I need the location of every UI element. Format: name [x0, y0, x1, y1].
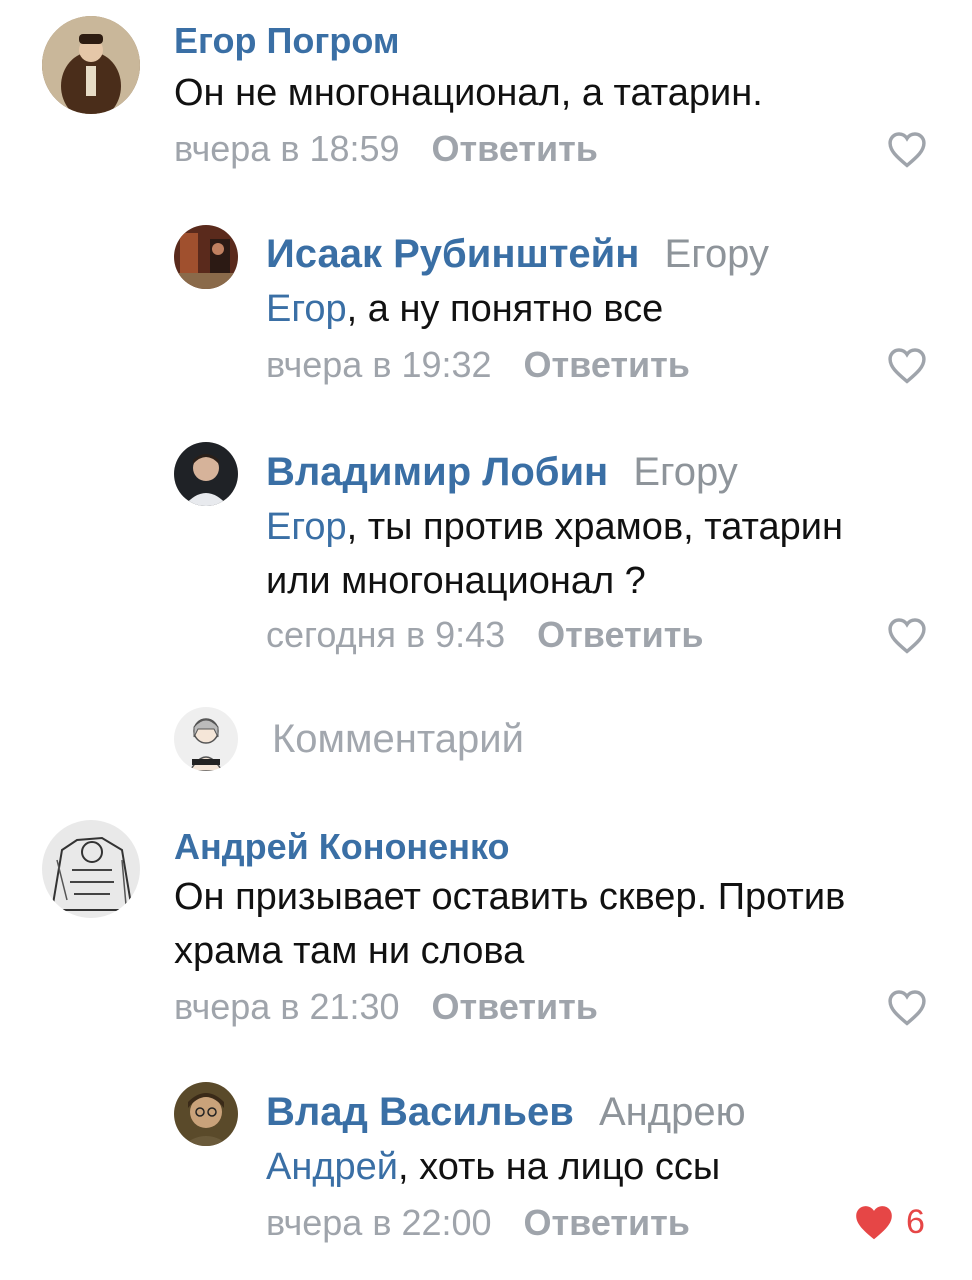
comment-timestamp: вчера в 21:30 [174, 986, 400, 1027]
reply-author-line: Влад Васильев Андрею [266, 1090, 746, 1135]
comment-author[interactable]: Андрей Кононенко [174, 826, 509, 868]
comment-meta: вчера в 21:30 Ответить [174, 986, 598, 1028]
comment-author[interactable]: Егор Погром [174, 20, 400, 62]
reply-text: Андрей, хоть на лицо ссы [266, 1146, 720, 1189]
reply-body: , а ну понятно все [346, 288, 664, 330]
reply-body-line1: , ты против храмов, татарин [346, 506, 843, 548]
likes-count: 6 [906, 1202, 925, 1241]
heart-filled-icon [856, 1206, 892, 1240]
mention-link[interactable]: Егор [266, 506, 347, 548]
reply-button[interactable]: Ответить [432, 128, 598, 169]
like-button-active[interactable]: 6 [852, 1202, 925, 1242]
avatar-vladimir-lobin[interactable] [174, 442, 238, 506]
comment-text-line1: Он призывает оставить сквер. Против [174, 876, 846, 918]
like-button[interactable] [886, 346, 928, 384]
reply-text-line2: или многонационал ? [266, 560, 646, 602]
heart-outline-icon [888, 990, 926, 1026]
avatar-vlad-vasiliev[interactable] [174, 1082, 238, 1146]
reply-button[interactable]: Ответить [432, 986, 598, 1027]
comment-input-placeholder[interactable]: Комментарий [272, 717, 524, 762]
heart-outline-icon [888, 348, 926, 384]
reply-to-label[interactable]: Егору [633, 450, 737, 494]
reply-author-line: Владимир Лобин Егору [266, 450, 738, 495]
like-button[interactable] [886, 616, 928, 654]
reply-body: , хоть на лицо ссы [398, 1146, 721, 1188]
reply-author[interactable]: Исаак Рубинштейн [266, 232, 639, 276]
reply-author[interactable]: Владимир Лобин [266, 450, 608, 494]
reply-timestamp: вчера в 19:32 [266, 344, 492, 385]
comment-meta: вчера в 18:59 Ответить [174, 128, 598, 170]
current-user-avatar [174, 707, 238, 771]
like-button[interactable] [886, 988, 928, 1026]
reply-author-line: Исаак Рубинштейн Егору [266, 232, 769, 277]
mention-link[interactable]: Егор [266, 288, 347, 330]
reply-meta: сегодня в 9:43 Ответить [266, 614, 704, 656]
comment-text: Он не многонационал, а татарин. [174, 72, 763, 114]
avatar-egor-pogrom[interactable] [42, 16, 140, 114]
reply-button[interactable]: Ответить [537, 614, 703, 655]
reply-to-label[interactable]: Егору [665, 232, 769, 276]
reply-text: Егор, а ну понятно все [266, 288, 663, 331]
reply-button[interactable]: Ответить [524, 344, 690, 385]
reply-timestamp: вчера в 22:00 [266, 1202, 492, 1243]
reply-timestamp: сегодня в 9:43 [266, 614, 506, 655]
comment-text-line2: храма там ни слова [174, 930, 525, 972]
reply-to-label[interactable]: Андрею [599, 1090, 746, 1134]
avatar-andrey-kononenko[interactable] [42, 820, 140, 918]
reply-author[interactable]: Влад Васильев [266, 1090, 574, 1134]
heart-outline-icon [888, 132, 926, 168]
avatar-isaak-rubinshtein[interactable] [174, 225, 238, 289]
reply-meta: вчера в 22:00 Ответить [266, 1202, 690, 1244]
heart-outline-icon [888, 618, 926, 654]
mention-link[interactable]: Андрей [266, 1146, 398, 1188]
reply-text: Егор, ты против храмов, татарин [266, 506, 843, 549]
reply-meta: вчера в 19:32 Ответить [266, 344, 690, 386]
comment-timestamp: вчера в 18:59 [174, 128, 400, 169]
reply-button[interactable]: Ответить [524, 1202, 690, 1243]
like-button[interactable] [886, 130, 928, 168]
